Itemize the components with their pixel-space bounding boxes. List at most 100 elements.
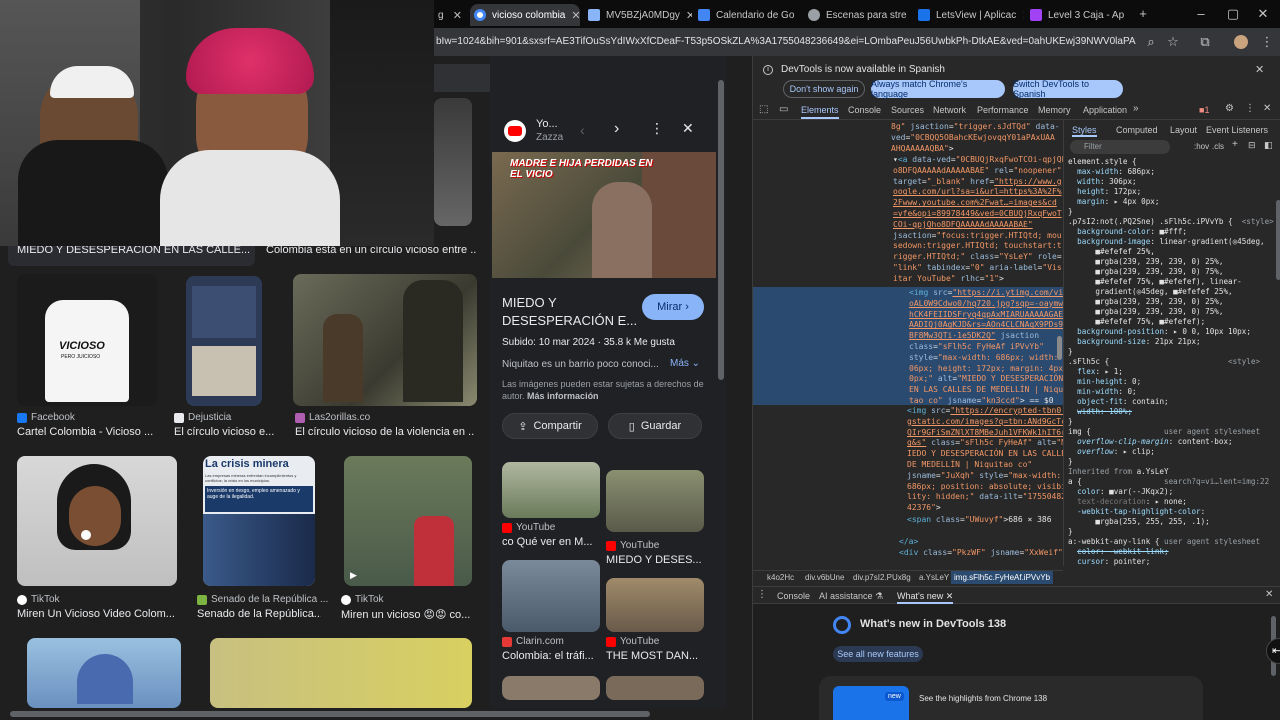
dont-show-again-button[interactable]: Don't show again <box>783 80 865 98</box>
tab-letsview[interactable]: LetsView | Aplicac ✕ <box>914 4 1024 26</box>
more-info-link[interactable]: Más información <box>527 391 599 401</box>
tab-application[interactable]: Application <box>1083 105 1127 115</box>
tab-partial[interactable]: g ✕ <box>434 4 468 26</box>
close-devtools-icon[interactable]: ✕ <box>1263 103 1271 114</box>
cls-toggle[interactable]: .cls <box>1212 142 1224 151</box>
related-title[interactable]: co Qué ver en M... <box>502 536 600 548</box>
add-rule-icon[interactable]: + <box>1232 139 1238 150</box>
result-title[interactable]: Senado de la República... <box>197 608 321 620</box>
tab-event-listeners[interactable]: Event Listeners <box>1206 125 1268 135</box>
extensions-icon[interactable]: ⧉ <box>1196 33 1214 51</box>
result-thumb-dove[interactable] <box>27 638 181 708</box>
styles-rules[interactable]: element.style { max-width: 686px; width:… <box>1068 157 1274 566</box>
drawer-tab-ai[interactable]: AI assistance ⚗ <box>819 591 883 602</box>
tab-vicioso-colombia[interactable]: vicioso colombia ✕ <box>470 4 580 26</box>
tab-network[interactable]: Network <box>933 105 966 115</box>
related-title[interactable]: Colombia: el tráfi... <box>502 650 600 662</box>
tab-layout[interactable]: Layout <box>1170 125 1197 135</box>
more-options-icon[interactable]: ⋮ <box>1245 103 1255 114</box>
result-thumb-protest[interactable] <box>293 274 477 406</box>
tab-computed[interactable]: Computed <box>1116 125 1158 135</box>
tab-console[interactable]: Console <box>848 105 881 115</box>
tab-memory[interactable]: Memory <box>1038 105 1071 115</box>
tab-sources[interactable]: Sources <box>891 105 924 115</box>
close-icon[interactable]: ✕ <box>1255 63 1264 76</box>
inspect-icon[interactable]: ⬚ <box>759 104 768 115</box>
more-link[interactable]: Más ⌄ <box>670 358 700 369</box>
close-drawer-icon[interactable]: ✕ <box>1265 589 1273 600</box>
url-field[interactable]: bIw=1024&bih=901&sxsrf=AE3TifOuSsYdIWxXf… <box>436 32 1136 52</box>
menu-icon[interactable]: ⋮ <box>1258 33 1276 51</box>
result-thumb[interactable] <box>434 98 472 226</box>
result-title[interactable]: El círculo vicioso e... <box>174 426 278 438</box>
result-title[interactable]: El círculo vicioso de la violencia en ..… <box>295 426 475 438</box>
breadcrumb-item[interactable]: k4o2Hc <box>767 573 794 582</box>
match-language-button[interactable]: Always match Chrome's language <box>871 79 1005 99</box>
close-icon[interactable]: ✕ <box>794 9 802 22</box>
visit-button[interactable]: Mirar › <box>642 294 704 320</box>
tab-level3[interactable]: Level 3 Caja - Ap ✕ <box>1026 4 1130 26</box>
dom-line-selected[interactable]: <img src="https://i.ytimg.com/vi/ oAL0W9… <box>909 288 1063 407</box>
computed-toggle-icon[interactable]: ⊟ <box>1248 140 1256 151</box>
related-title[interactable]: MIEDO Y DESES... <box>606 554 704 566</box>
channel-name[interactable]: Yo... <box>536 118 558 130</box>
related-thumb[interactable] <box>502 560 600 632</box>
tab-elements[interactable]: Elements <box>801 105 839 119</box>
elements-tree[interactable]: 8g" jsaction="trigger.sJdTQd" data- ved=… <box>753 120 1063 566</box>
close-icon[interactable]: ✕ <box>565 9 580 22</box>
zoom-icon[interactable]: ⌕ <box>1142 33 1160 51</box>
new-tab-icon[interactable]: + <box>1134 5 1152 23</box>
breadcrumb-item-selected[interactable]: img.sFlh5c.FyHeAf.iPVvYb <box>951 571 1054 584</box>
see-all-features-button[interactable]: See all new features <box>833 646 923 662</box>
close-icon[interactable]: ✕ <box>1016 9 1024 22</box>
close-icon[interactable]: ✕ <box>907 9 912 22</box>
sidebar-toggle-icon[interactable]: ◧ <box>1264 140 1273 151</box>
related-title[interactable]: THE MOST DAN... <box>606 650 704 662</box>
scrollbar-thumb[interactable] <box>10 711 650 717</box>
tab-calendar[interactable]: Calendario de Go ✕ <box>694 4 802 26</box>
settings-icon[interactable]: ⚙ <box>1225 103 1234 114</box>
more-options-icon[interactable]: ⋮ <box>650 120 664 137</box>
tab-escenas[interactable]: Escenas para stre ✕ <box>804 4 912 26</box>
tab-styles[interactable]: Styles <box>1072 125 1097 137</box>
drawer-tab-console[interactable]: Console <box>777 591 810 601</box>
minimize-icon[interactable]: – <box>1192 5 1210 23</box>
preview-title[interactable]: MIEDO Y DESESPERACIÓN E... <box>502 294 638 330</box>
panel-scrollbar[interactable] <box>718 80 724 380</box>
prev-chevron-icon[interactable]: ‹ <box>580 122 585 138</box>
result-thumb-book[interactable] <box>186 276 262 406</box>
result-thumb-tiktok2[interactable]: ▶ <box>344 456 472 586</box>
hov-toggle[interactable]: :hov <box>1194 142 1209 151</box>
result-title[interactable]: Miren Un Vicioso Video Colom... <box>17 608 177 620</box>
related-thumb[interactable] <box>606 470 704 532</box>
breadcrumb-item[interactable]: div.v6bUne <box>805 573 844 582</box>
styles-filter-input[interactable]: Filter <box>1070 140 1170 154</box>
result-thumb-tiktok[interactable] <box>17 456 177 586</box>
close-icon[interactable]: ✕ <box>1124 9 1130 22</box>
related-thumb[interactable] <box>606 676 704 700</box>
next-chevron-icon[interactable]: › <box>614 120 619 138</box>
result-thumb-money[interactable] <box>210 638 472 708</box>
horizontal-scrollbar[interactable] <box>0 708 752 720</box>
tab-mv5b[interactable]: MV5BZjA0MDgy ✕ <box>584 4 692 26</box>
related-thumb[interactable] <box>606 578 704 632</box>
tab-performance[interactable]: Performance <box>977 105 1029 115</box>
more-tabs-icon[interactable]: » <box>1133 103 1139 114</box>
related-thumb[interactable] <box>502 462 600 518</box>
error-count[interactable]: ■1 <box>1199 105 1209 115</box>
profile-avatar[interactable] <box>1234 35 1248 49</box>
result-title[interactable]: Cartel Colombia - Vicioso ... <box>17 426 157 438</box>
styles-scrollbar[interactable] <box>1276 200 1280 280</box>
drawer-tab-whats-new[interactable]: What's new ✕ <box>897 591 954 604</box>
switch-language-button[interactable]: Switch DevTools to Spanish <box>1013 79 1123 99</box>
close-panel-icon[interactable]: ✕ <box>682 120 694 137</box>
breadcrumb-item[interactable]: a.YsLeY <box>919 573 949 582</box>
preview-image[interactable]: MADRE E HIJA PERDIDAS EN EL VICIO <box>492 152 716 278</box>
maximize-icon[interactable]: ▢ <box>1224 5 1242 23</box>
close-icon[interactable]: ✕ <box>447 9 468 22</box>
result-title[interactable]: Miren un vicioso 😡😡 co... <box>341 608 477 621</box>
breadcrumb-item[interactable]: div.p7sI2.PUx8g <box>853 573 911 582</box>
device-toolbar-icon[interactable]: ▭ <box>779 104 788 115</box>
close-icon[interactable]: ✕ <box>680 9 692 22</box>
highlight-card[interactable]: new See the highlights from Chrome 138 <box>819 676 1203 720</box>
